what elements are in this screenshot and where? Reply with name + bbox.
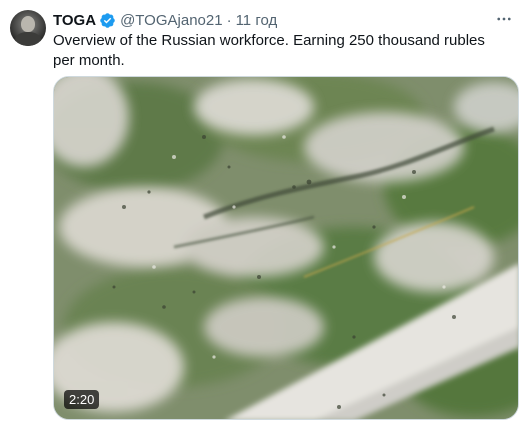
verified-badge-icon (99, 12, 116, 29)
author-name[interactable]: TOGA (53, 12, 96, 29)
tweet-header: TOGA @TOGAjano21 · 11 год (53, 10, 277, 30)
video-player[interactable]: 2:20 (53, 76, 519, 420)
tweet-text: Overview of the Russian workforce. Earni… (53, 32, 485, 69)
author-handle[interactable]: @TOGAjano21 (120, 12, 223, 29)
video-thumbnail (54, 77, 518, 419)
avatar-body (15, 32, 41, 46)
video-duration-badge: 2:20 (64, 390, 100, 409)
more-options-icon[interactable] (493, 8, 515, 30)
separator-dot: · (226, 11, 232, 29)
tweet-timestamp[interactable]: 11 год (236, 12, 278, 29)
tweet-card[interactable]: TOGA @TOGAjano21 · 11 год Overview of th… (0, 0, 525, 427)
avatar-head (21, 16, 35, 32)
avatar[interactable] (10, 10, 46, 46)
